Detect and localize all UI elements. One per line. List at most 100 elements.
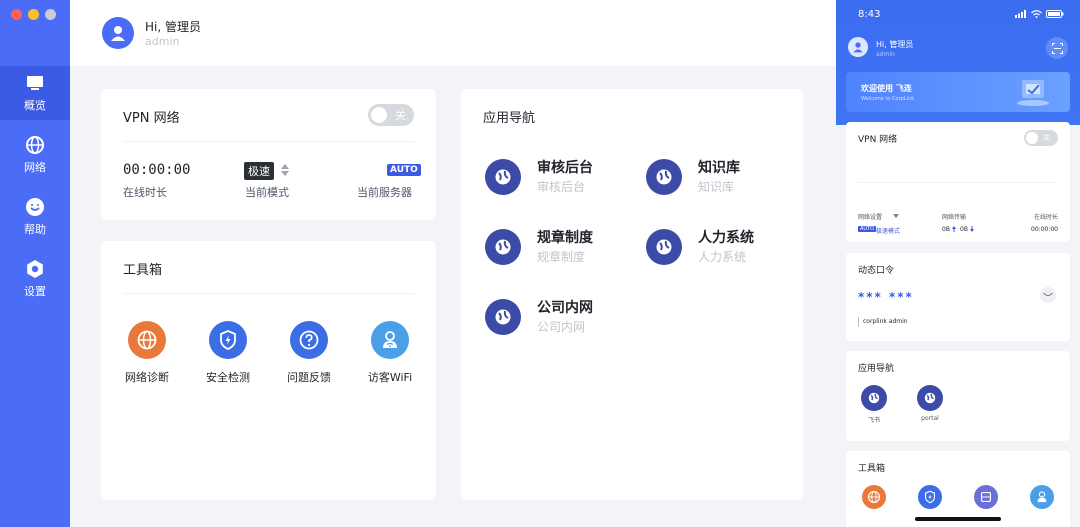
toolbox-card: 工具箱 网络诊断 安全检测 问题反馈 访客WiFi — [101, 241, 436, 500]
shield-icon — [924, 490, 936, 504]
mobile-tool-guest-wifi[interactable] — [1030, 485, 1054, 509]
app-name: 规章制度 — [537, 230, 593, 246]
otp-title: 动态口令 — [858, 266, 895, 276]
toggle-label: 关 — [1043, 134, 1050, 142]
battery-icon — [1046, 10, 1064, 18]
chevron-down-icon[interactable] — [893, 214, 899, 218]
transfer-down: 0B — [960, 226, 968, 233]
mobile-tool-storage[interactable] — [974, 485, 998, 509]
avatar[interactable] — [848, 37, 868, 57]
minimize-window-button[interactable] — [28, 9, 39, 20]
app-globe-icon — [485, 159, 521, 195]
mobile-app-nav-title: 应用导航 — [858, 364, 895, 374]
welcome-banner[interactable]: 欢迎使用 飞连 Welcome to CorpLink — [846, 72, 1070, 112]
sidebar-item-label: 帮助 — [24, 223, 46, 236]
home-indicator — [915, 517, 1001, 521]
arrow-up-icon — [952, 226, 956, 232]
mobile-app-nav-card: 应用导航 飞书 portal — [846, 351, 1070, 441]
user-icon — [853, 42, 863, 53]
app-subtitle: 审核后台 — [537, 180, 586, 194]
question-icon — [290, 321, 328, 359]
mobile-greeting: Hi, 管理员 — [876, 40, 914, 49]
app-nav-card-title: 应用导航 — [483, 111, 536, 126]
tool-label: 安全检测 — [206, 371, 250, 384]
zoom-window-button[interactable] — [45, 9, 56, 20]
online-time-label: 在线时长 — [123, 186, 167, 199]
app-globe-icon — [861, 385, 887, 411]
net-setting-label[interactable]: 网络设置 — [858, 212, 882, 221]
eye-closed-icon — [1043, 292, 1053, 296]
close-window-button[interactable] — [11, 9, 22, 20]
mobile-otp-card: 动态口令 *** *** corplink admin — [846, 253, 1070, 341]
sidebar-item-label: 设置 — [24, 285, 46, 298]
mobile-app-item[interactable]: 飞书 — [854, 385, 894, 424]
tool-security-check[interactable]: 安全检测 — [192, 321, 264, 385]
otp-account: corplink admin — [863, 318, 908, 325]
tool-network-diagnosis[interactable]: 网络诊断 — [111, 321, 183, 385]
toggle-label: 关 — [395, 109, 406, 122]
app-globe-icon — [485, 299, 521, 335]
online-time-value: 00:00:00 — [123, 162, 191, 178]
sidebar-item-overview[interactable]: 概览 — [0, 66, 70, 120]
transfer-up: 0B — [942, 226, 950, 233]
toggle-knob — [371, 107, 387, 123]
tool-label: 网络诊断 — [125, 371, 169, 384]
otp-value: *** *** — [858, 290, 914, 304]
sort-arrows-icon[interactable] — [281, 164, 289, 176]
storage-icon — [980, 491, 992, 503]
sidebar-item-settings[interactable]: 设置 — [0, 252, 70, 306]
sidebar: 概览 网络 帮助 设置 — [0, 0, 70, 527]
banner-illustration-icon — [1017, 80, 1049, 106]
divider — [123, 293, 414, 294]
mobile-toolbox-title: 工具箱 — [858, 464, 886, 474]
app-subtitle: 公司内网 — [537, 320, 586, 334]
mobile-mode: 极速模式 — [876, 228, 901, 235]
app-globe-icon — [646, 159, 682, 195]
banner-title: 欢迎使用 飞连 — [861, 84, 912, 93]
app-globe-icon — [917, 385, 943, 411]
sidebar-item-network[interactable]: 网络 — [0, 128, 70, 182]
mobile-tool-security-check[interactable] — [918, 485, 942, 509]
online-label: 在线时长 — [1033, 214, 1058, 221]
app-nav-card: 应用导航 审核后台 审核后台 知识库 知识库 规章制度 规章制度 人力系统 人力… — [461, 89, 803, 500]
status-icons — [1015, 10, 1064, 18]
tool-guest-wifi[interactable]: 访客WiFi — [354, 321, 426, 385]
mobile-vpn-card: VPN 网络 关 网络设置 网络传输 在线时长 AUTO 极速模式 0B 0B … — [846, 122, 1070, 242]
wifi-person-icon — [1037, 491, 1047, 503]
app-name: 公司内网 — [537, 300, 593, 316]
status-time: 8:43 — [858, 9, 881, 20]
mobile-vpn-toggle[interactable]: 关 — [1024, 130, 1058, 146]
arrow-down-icon — [970, 226, 974, 232]
globe-icon — [26, 136, 44, 154]
tool-feedback[interactable]: 问题反馈 — [273, 321, 345, 385]
app-globe-icon — [646, 229, 682, 265]
mobile-tool-network-diagnosis[interactable] — [862, 485, 886, 509]
greeting-text: Hi, 管理员 — [145, 20, 201, 34]
sidebar-item-help[interactable]: 帮助 — [0, 190, 70, 244]
vpn-card-title: VPN 网络 — [123, 111, 180, 126]
online-value: 00:00:00 — [1031, 226, 1058, 233]
scan-button[interactable] — [1046, 37, 1068, 59]
app-subtitle: 人力系统 — [698, 250, 747, 264]
avatar[interactable] — [102, 17, 134, 49]
monitor-icon — [27, 76, 43, 90]
mobile-app-name: portal — [921, 415, 939, 422]
vpn-toggle[interactable]: 关 — [368, 104, 414, 126]
otp-visibility-button[interactable] — [1040, 287, 1056, 303]
divider — [858, 182, 1058, 183]
app-subtitle: 知识库 — [698, 180, 735, 194]
top-header: Hi, 管理员 admin — [70, 0, 836, 66]
server-badge[interactable]: AUTO — [387, 164, 421, 176]
mode-badge[interactable]: 极速 — [244, 162, 274, 180]
app-name: 知识库 — [698, 160, 740, 176]
mobile-toolbox-card: 工具箱 — [846, 451, 1070, 527]
globe-icon — [128, 321, 166, 359]
net-transfer-label: 网络传输 — [942, 214, 967, 221]
wifi-icon — [1031, 10, 1042, 18]
server-label: 当前服务器 — [357, 186, 412, 199]
window-controls — [11, 9, 56, 20]
user-icon — [111, 26, 125, 41]
signal-icon — [1015, 10, 1026, 18]
mobile-app-item[interactable]: portal — [910, 385, 950, 422]
app-subtitle: 规章制度 — [537, 250, 586, 264]
